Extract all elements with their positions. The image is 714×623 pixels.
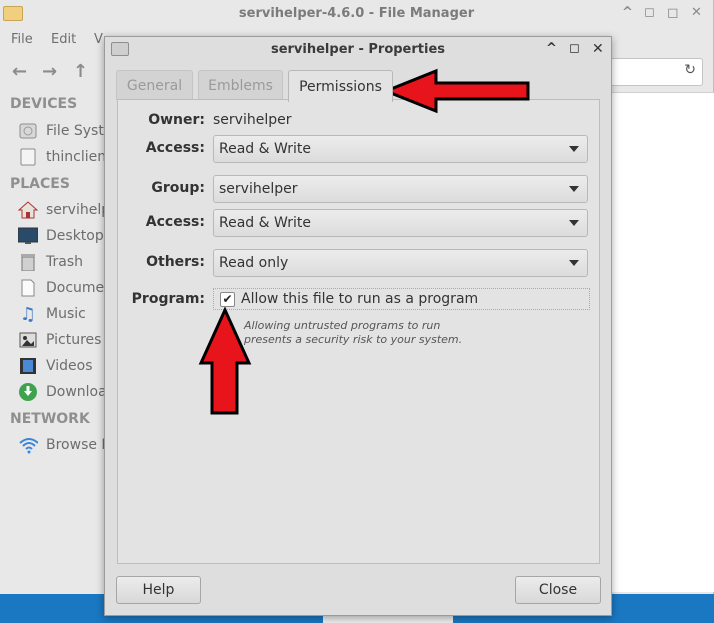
minimize-icon[interactable]: ^ [546, 41, 557, 56]
chevron-down-icon [569, 260, 579, 266]
group-select[interactable]: servihelper [213, 175, 588, 203]
sidebar-item-thinclient[interactable]: thinclient [18, 146, 108, 168]
owner-access-value: Read & Write [219, 141, 311, 157]
others-select[interactable]: Read only [213, 249, 588, 277]
chevron-down-icon [569, 220, 579, 226]
sidebar-heading-places: PLACES [10, 176, 70, 192]
run-as-program-label[interactable]: Allow this file to run as a program [241, 291, 478, 307]
owner-label: Owner: [148, 112, 205, 128]
properties-dialog: servihelper - Properties ^ ◻ ✕ General E… [104, 36, 612, 616]
tab-emblems[interactable]: Emblems [198, 70, 283, 100]
sidebar-item-home[interactable]: servihelp [18, 199, 108, 221]
owner-value: servihelper [213, 112, 292, 128]
maximize-icon[interactable]: ◻ [644, 5, 655, 20]
up-icon[interactable]: ↑ [73, 61, 88, 82]
trash-icon [18, 252, 38, 272]
sidebar-item-videos[interactable]: Videos [18, 355, 108, 377]
group-label: Group: [151, 180, 205, 196]
menu-view[interactable]: V [94, 32, 103, 47]
reload-icon[interactable]: ↻ [684, 62, 696, 78]
sidebar-item-label: Music [46, 306, 86, 322]
dialog-titlebar: servihelper - Properties ^ ◻ ✕ [105, 37, 611, 63]
sidebar-item-music[interactable]: ♫ Music [18, 303, 108, 325]
menu-edit[interactable]: Edit [51, 32, 76, 47]
sidebar-heading-devices: DEVICES [10, 96, 78, 112]
videos-icon [18, 356, 38, 376]
minimize-icon[interactable]: ^ [622, 5, 633, 20]
sidebar-item-file-system[interactable]: File Syste [18, 120, 108, 142]
sidebar-item-label: Downloa [46, 384, 107, 400]
download-icon [18, 382, 38, 402]
file-view[interactable] [610, 92, 714, 592]
sidebar-item-label: File Syste [46, 123, 108, 139]
others-label: Others: [146, 254, 205, 270]
annotation-arrow-up [198, 307, 252, 415]
sidebar-item-browse-network[interactable]: Browse N [18, 434, 108, 456]
file-manager-titlebar: servihelper-4.6.0 - File Manager ^ ◻ ◻ ✕ [0, 0, 713, 29]
drive-icon [18, 121, 38, 141]
sidebar-item-desktop[interactable]: Desktop [18, 225, 108, 247]
sidebar-item-label: Videos [46, 358, 93, 374]
sidebar-heading-network: NETWORK [10, 411, 90, 427]
maximize-icon[interactable]: ◻ [569, 41, 580, 56]
sidebar-item-documents[interactable]: Documen [18, 277, 108, 299]
sidebar-item-label: servihelp [46, 202, 108, 218]
sidebar-item-trash[interactable]: Trash [18, 251, 108, 273]
close-icon[interactable]: ✕ [592, 41, 604, 57]
desktop-icon [18, 226, 38, 246]
group-access-select[interactable]: Read & Write [213, 209, 588, 237]
chevron-down-icon [569, 146, 579, 152]
disk-icon [18, 147, 38, 167]
run-as-program-checkbox[interactable]: ✔ [220, 291, 235, 307]
document-icon [18, 278, 38, 298]
owner-access-select[interactable]: Read & Write [213, 135, 588, 163]
file-manager-title: servihelper-4.6.0 - File Manager [238, 6, 475, 21]
group-value: servihelper [219, 181, 298, 197]
sidebar-item-pictures[interactable]: Pictures [18, 329, 108, 351]
security-hint-line2: presents a security risk to your system. [244, 333, 463, 346]
others-value: Read only [219, 255, 289, 271]
chevron-down-icon [569, 186, 579, 192]
pictures-icon [18, 330, 38, 350]
close-window-icon[interactable]: ✕ [691, 5, 702, 20]
annotation-arrow-left [384, 68, 530, 114]
sidebar-item-label: Browse N [46, 437, 108, 453]
location-bar[interactable]: ↻ [610, 58, 703, 86]
tab-general[interactable]: General [116, 70, 193, 100]
run-as-program-toggle[interactable]: ✔ Allow this file to run as a program [213, 288, 590, 310]
menu-file[interactable]: File [11, 32, 33, 47]
back-icon[interactable]: ← [12, 61, 27, 82]
sidebar-item-label: thinclient [46, 149, 108, 165]
sidebar-item-label: Pictures [46, 332, 102, 348]
group-access-value: Read & Write [219, 215, 311, 231]
close-icon[interactable]: ◻ [667, 5, 679, 21]
sidebar-item-label: Documen [46, 280, 108, 296]
forward-icon[interactable]: → [42, 61, 57, 82]
group-access-label: Access: [145, 214, 205, 230]
wifi-icon [18, 435, 38, 455]
sidebar-item-label: Trash [46, 254, 83, 270]
program-label: Program: [131, 291, 205, 307]
security-hint-line1: Allowing untrusted programs to run [244, 319, 441, 332]
sidebar-item-label: Desktop [46, 228, 104, 244]
home-icon [18, 200, 38, 220]
tab-permissions[interactable]: Permissions [288, 70, 393, 102]
close-button[interactable]: Close [515, 576, 601, 604]
music-icon: ♫ [19, 303, 37, 325]
sidebar-item-downloads[interactable]: Downloa [18, 381, 108, 403]
permissions-panel: Owner: servihelper Access: Read & Write … [117, 99, 600, 564]
owner-access-label: Access: [145, 140, 205, 156]
dialog-title: servihelper - Properties [270, 42, 446, 57]
help-button[interactable]: Help [116, 576, 201, 604]
